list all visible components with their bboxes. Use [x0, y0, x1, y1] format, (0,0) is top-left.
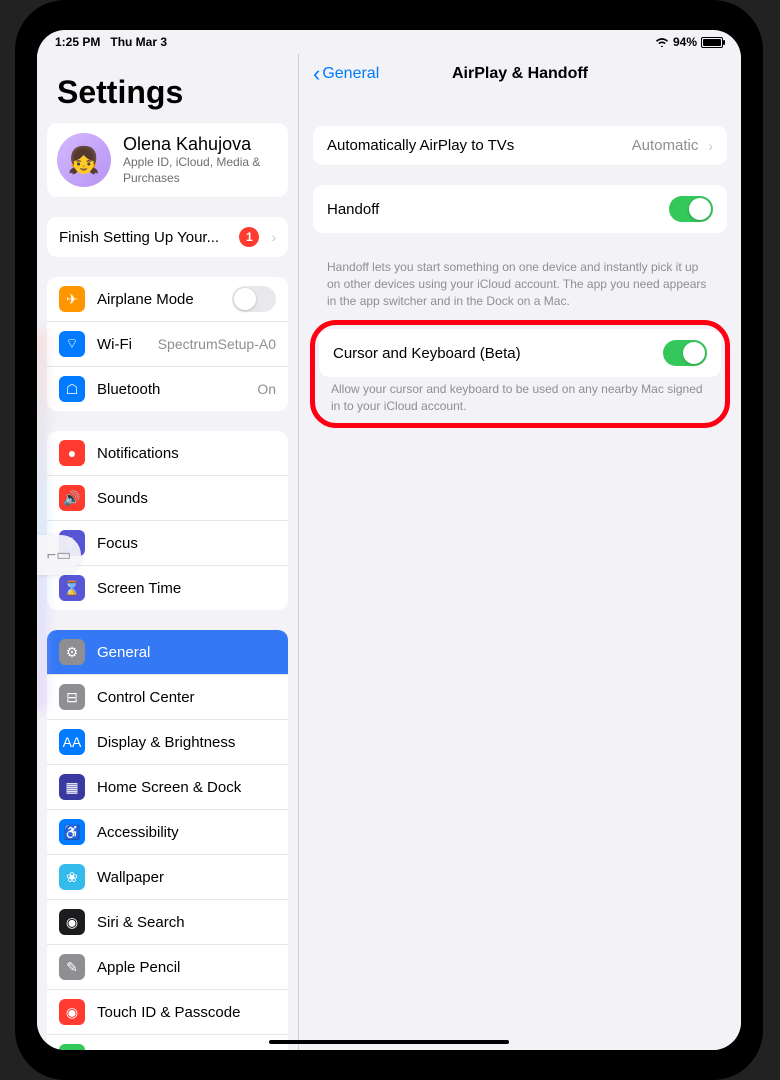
- sidebar-item-bluetooth[interactable]: ☖ Bluetooth On: [47, 366, 288, 411]
- general-group: ⚙ General ⊟ Control Center AA Display & Brigh…: [47, 630, 288, 1050]
- row-icon: ●: [59, 440, 85, 466]
- row-label: Wi-Fi: [97, 336, 146, 353]
- status-time: 1:25 PM: [55, 35, 100, 49]
- cursor-keyboard-card: Cursor and Keyboard (Beta): [319, 329, 721, 377]
- row-label: Bluetooth: [97, 381, 245, 398]
- sidebar-title: Settings: [47, 54, 288, 123]
- row-label: Screen Time: [97, 580, 276, 597]
- profile-card[interactable]: 👧 Olena Kahujova Apple ID, iCloud, Media…: [47, 123, 288, 197]
- chevron-right-icon: ›: [271, 229, 276, 245]
- row-icon: ⌛: [59, 575, 85, 601]
- detail-navbar: ‹ General AirPlay & Handoff: [313, 54, 727, 96]
- sidebar-item-screen-time[interactable]: ⌛ Screen Time: [47, 565, 288, 610]
- row-label: Accessibility: [97, 824, 276, 841]
- cursor-toggle[interactable]: [663, 340, 707, 366]
- row-label: Focus: [97, 535, 276, 552]
- airplay-value: Automatic: [632, 137, 699, 154]
- row-value: On: [257, 381, 276, 397]
- status-battery-pct: 94%: [673, 35, 697, 49]
- row-icon: ☖: [59, 376, 85, 402]
- row-label: Siri & Search: [97, 914, 276, 931]
- row-label: Apple Pencil: [97, 959, 276, 976]
- sidebar-item-general[interactable]: ⚙ General: [47, 630, 288, 674]
- row-label: Wallpaper: [97, 869, 276, 886]
- row-icon: AA: [59, 729, 85, 755]
- sidebar-item-sounds[interactable]: 🔊 Sounds: [47, 475, 288, 520]
- chevron-right-icon: ›: [708, 138, 713, 154]
- profile-sub: Apple ID, iCloud, Media & Purchases: [123, 155, 278, 186]
- wifi-icon: [655, 37, 669, 47]
- row-icon: ▦: [59, 774, 85, 800]
- detail-pane: ‹ General AirPlay & Handoff Automaticall…: [299, 54, 741, 1050]
- row-icon: ▮: [59, 1044, 85, 1050]
- sidebar-item-apple-pencil[interactable]: ✎ Apple Pencil: [47, 944, 288, 989]
- row-label: Battery: [97, 1049, 276, 1051]
- back-button[interactable]: ‹ General: [313, 63, 379, 85]
- row-icon: ◉: [59, 999, 85, 1025]
- row-toggle[interactable]: [232, 286, 276, 312]
- row-icon: ⚙: [59, 639, 85, 665]
- sidebar-item-accessibility[interactable]: ♿ Accessibility: [47, 809, 288, 854]
- row-label: Control Center: [97, 689, 276, 706]
- profile-name: Olena Kahujova: [123, 134, 278, 155]
- row-label: Notifications: [97, 445, 276, 462]
- handoff-label: Handoff: [327, 201, 659, 218]
- row-label: Home Screen & Dock: [97, 779, 276, 796]
- sidebar-item-airplane-mode[interactable]: ✈ Airplane Mode: [47, 277, 288, 321]
- screen: 1:25 PM Thu Mar 3 94% Settings 👧 Olena K…: [37, 30, 741, 1050]
- sidebar-item-control-center[interactable]: ⊟ Control Center: [47, 674, 288, 719]
- sidebar-item-notifications[interactable]: ● Notifications: [47, 431, 288, 475]
- row-label: Sounds: [97, 490, 276, 507]
- status-date: Thu Mar 3: [110, 35, 167, 49]
- connectivity-group: ✈ Airplane Mode ⌔ Wi-Fi SpectrumSetup-A0 ☖ Blu…: [47, 277, 288, 411]
- setup-label: Finish Setting Up Your...: [59, 229, 227, 246]
- row-icon: ♿: [59, 819, 85, 845]
- setup-card[interactable]: Finish Setting Up Your... 1 ›: [47, 217, 288, 257]
- airplay-card[interactable]: Automatically AirPlay to TVs Automatic ›: [313, 126, 727, 165]
- handoff-card: Handoff: [313, 185, 727, 233]
- home-indicator[interactable]: [269, 1040, 509, 1044]
- airplay-label: Automatically AirPlay to TVs: [327, 137, 622, 154]
- row-label: Touch ID & Passcode: [97, 1004, 276, 1021]
- annotation-highlight: Cursor and Keyboard (Beta) Allow your cu…: [310, 320, 730, 428]
- row-icon: ⌔: [59, 331, 85, 357]
- sidebar-item-display-brightness[interactable]: AA Display & Brightness: [47, 719, 288, 764]
- sidebar-item-touch-id-passcode[interactable]: ◉ Touch ID & Passcode: [47, 989, 288, 1034]
- cursor-label: Cursor and Keyboard (Beta): [333, 345, 653, 362]
- status-bar: 1:25 PM Thu Mar 3 94%: [37, 30, 741, 54]
- row-icon: ✎: [59, 954, 85, 980]
- alerts-group: ● Notifications 🔊 Sounds ☾Focus ⌛ Screen Time: [47, 431, 288, 610]
- handoff-footer: Handoff lets you start something on one …: [313, 253, 727, 323]
- sidebar-item-siri-search[interactable]: ◉ Siri & Search: [47, 899, 288, 944]
- battery-icon: [701, 37, 723, 48]
- row-icon: 🔊: [59, 485, 85, 511]
- blur-decoration: [37, 330, 45, 710]
- row-icon: ◉: [59, 909, 85, 935]
- cursor-footer: Allow your cursor and keyboard to be use…: [315, 379, 725, 423]
- row-icon: ❀: [59, 864, 85, 890]
- sidebar-item-home-screen-dock[interactable]: ▦ Home Screen & Dock: [47, 764, 288, 809]
- sidebar-item-wi-fi[interactable]: ⌔ Wi-Fi SpectrumSetup-A0: [47, 321, 288, 366]
- sidebar-item-battery[interactable]: ▮ Battery: [47, 1034, 288, 1050]
- back-label: General: [322, 65, 379, 83]
- setup-badge: 1: [239, 227, 259, 247]
- avatar: 👧: [57, 133, 111, 187]
- row-label: General: [97, 644, 276, 661]
- universal-control-pill[interactable]: ⌐▭: [37, 535, 81, 575]
- sidebar-item-focus[interactable]: ☾Focus: [47, 520, 288, 565]
- row-icon: ⊟: [59, 684, 85, 710]
- chevron-left-icon: ‹: [313, 63, 320, 85]
- row-label: Display & Brightness: [97, 734, 276, 751]
- row-value: SpectrumSetup-A0: [158, 336, 276, 352]
- sidebar-item-wallpaper[interactable]: ❀ Wallpaper: [47, 854, 288, 899]
- row-label: Airplane Mode: [97, 291, 220, 308]
- ipad-frame: 1:25 PM Thu Mar 3 94% Settings 👧 Olena K…: [15, 0, 763, 1080]
- row-icon: ✈: [59, 286, 85, 312]
- handoff-toggle[interactable]: [669, 196, 713, 222]
